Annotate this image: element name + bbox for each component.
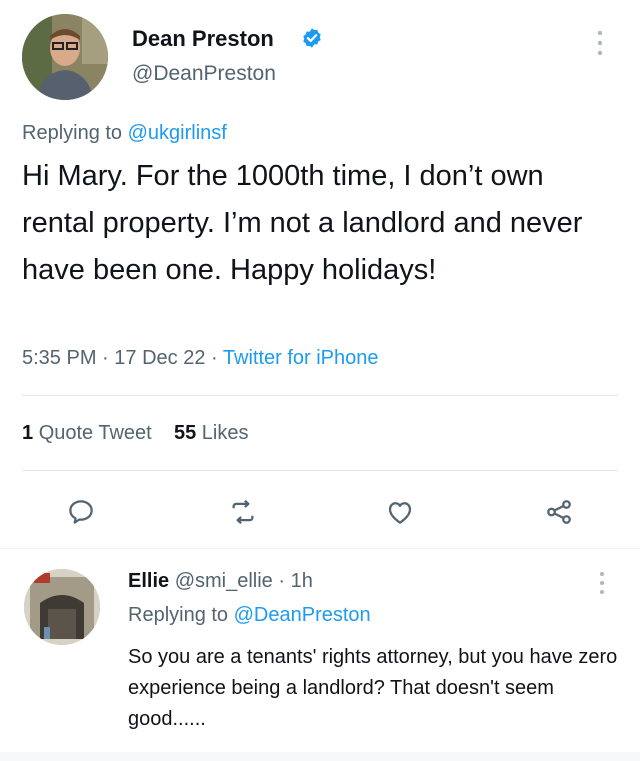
- verified-badge-icon: [303, 28, 321, 48]
- author-handle[interactable]: @DeanPreston: [132, 62, 276, 86]
- meta-separator: ·: [102, 347, 109, 369]
- likes-stat[interactable]: 55 Likes: [174, 422, 249, 444]
- replying-label: Replying to: [128, 604, 229, 626]
- replying-to-link[interactable]: @DeanPreston: [234, 604, 371, 626]
- quote-tweets-stat[interactable]: 1 Quote Tweet: [22, 422, 152, 444]
- reply-header: Ellie @smi_ellie · 1h: [128, 570, 313, 593]
- more-options-icon[interactable]: [598, 570, 606, 596]
- tweet-date[interactable]: 17 Dec 22: [114, 347, 205, 369]
- heart-icon[interactable]: [385, 497, 415, 527]
- share-icon[interactable]: [544, 497, 574, 527]
- reply-author-handle[interactable]: @smi_ellie: [175, 570, 273, 592]
- like-count: 55: [173, 422, 197, 444]
- divider: [22, 395, 618, 396]
- replying-to: Replying to @ukgirlinsf: [22, 122, 227, 145]
- more-options-icon[interactable]: [596, 28, 604, 58]
- reply-age[interactable]: 1h: [291, 570, 313, 592]
- reply-replying-to: Replying to @DeanPreston: [128, 604, 371, 627]
- tweet-stats: 1 Quote Tweet 55 Likes: [22, 422, 248, 445]
- reply-text: So you are a tenants' rights attorney, b…: [128, 646, 618, 730]
- quote-count: 1: [22, 422, 34, 444]
- author-avatar[interactable]: [22, 14, 108, 100]
- reply-separator: ·: [278, 570, 286, 592]
- reply-author-name[interactable]: Ellie: [128, 570, 169, 592]
- tweet-time[interactable]: 5:35 PM: [22, 347, 96, 369]
- author-name[interactable]: Dean Preston: [132, 26, 274, 52]
- divider: [22, 470, 618, 471]
- tweet-source[interactable]: Twitter for iPhone: [223, 347, 379, 369]
- quote-label: Quote Tweet: [38, 422, 152, 444]
- replying-to-link[interactable]: @ukgirlinsf: [128, 122, 227, 144]
- tweet-meta: 5:35 PM · 17 Dec 22 · Twitter for iPhone: [22, 347, 379, 370]
- next-item-edge: [0, 752, 640, 761]
- tweet-text: Hi Mary. For the 1000th time, I don’t ow…: [22, 160, 583, 286]
- meta-separator: ·: [211, 347, 218, 369]
- retweet-icon[interactable]: [228, 497, 258, 527]
- replying-label: Replying to: [22, 122, 123, 144]
- comment-icon[interactable]: [66, 497, 96, 527]
- likes-label: Likes: [201, 422, 249, 444]
- divider: [0, 548, 640, 549]
- reply-author-avatar[interactable]: [24, 569, 100, 645]
